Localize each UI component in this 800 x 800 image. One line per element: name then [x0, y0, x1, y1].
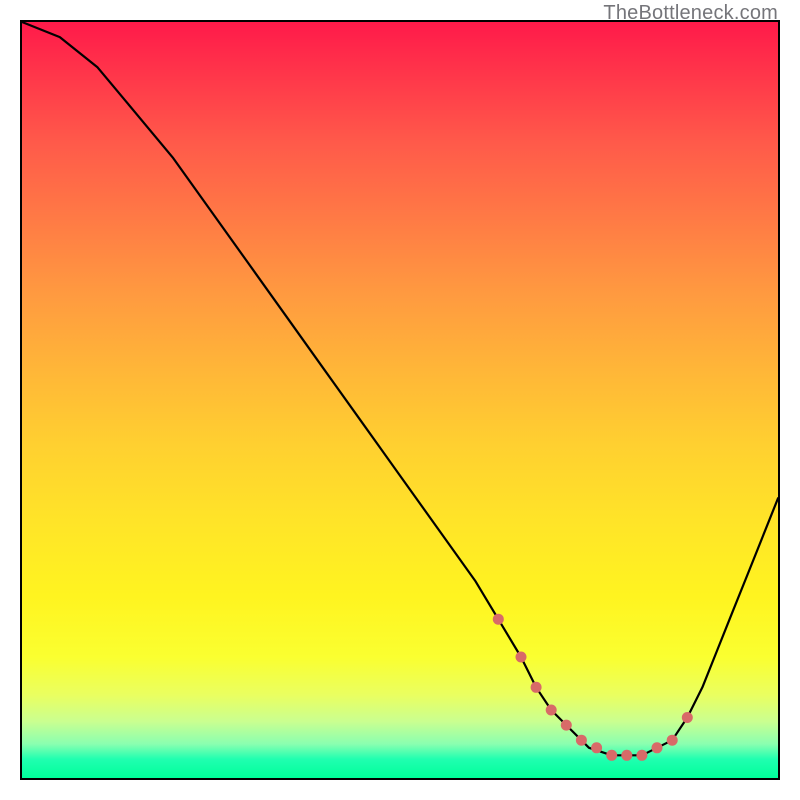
marker-point: [516, 652, 527, 663]
marker-point: [652, 742, 663, 753]
marker-point: [576, 735, 587, 746]
marker-point: [591, 742, 602, 753]
marker-point: [667, 735, 678, 746]
marker-point: [606, 750, 617, 761]
marker-point: [493, 614, 504, 625]
marker-point: [546, 705, 557, 716]
chart-container: TheBottleneck.com: [0, 0, 800, 800]
bottleneck-curve: [22, 22, 778, 755]
marker-point: [531, 682, 542, 693]
marker-point: [561, 720, 572, 731]
marker-point: [636, 750, 647, 761]
marker-point: [682, 712, 693, 723]
marker-point: [621, 750, 632, 761]
chart-plot: [22, 22, 778, 778]
highlight-markers: [493, 614, 693, 761]
watermark-text: TheBottleneck.com: [603, 2, 778, 25]
